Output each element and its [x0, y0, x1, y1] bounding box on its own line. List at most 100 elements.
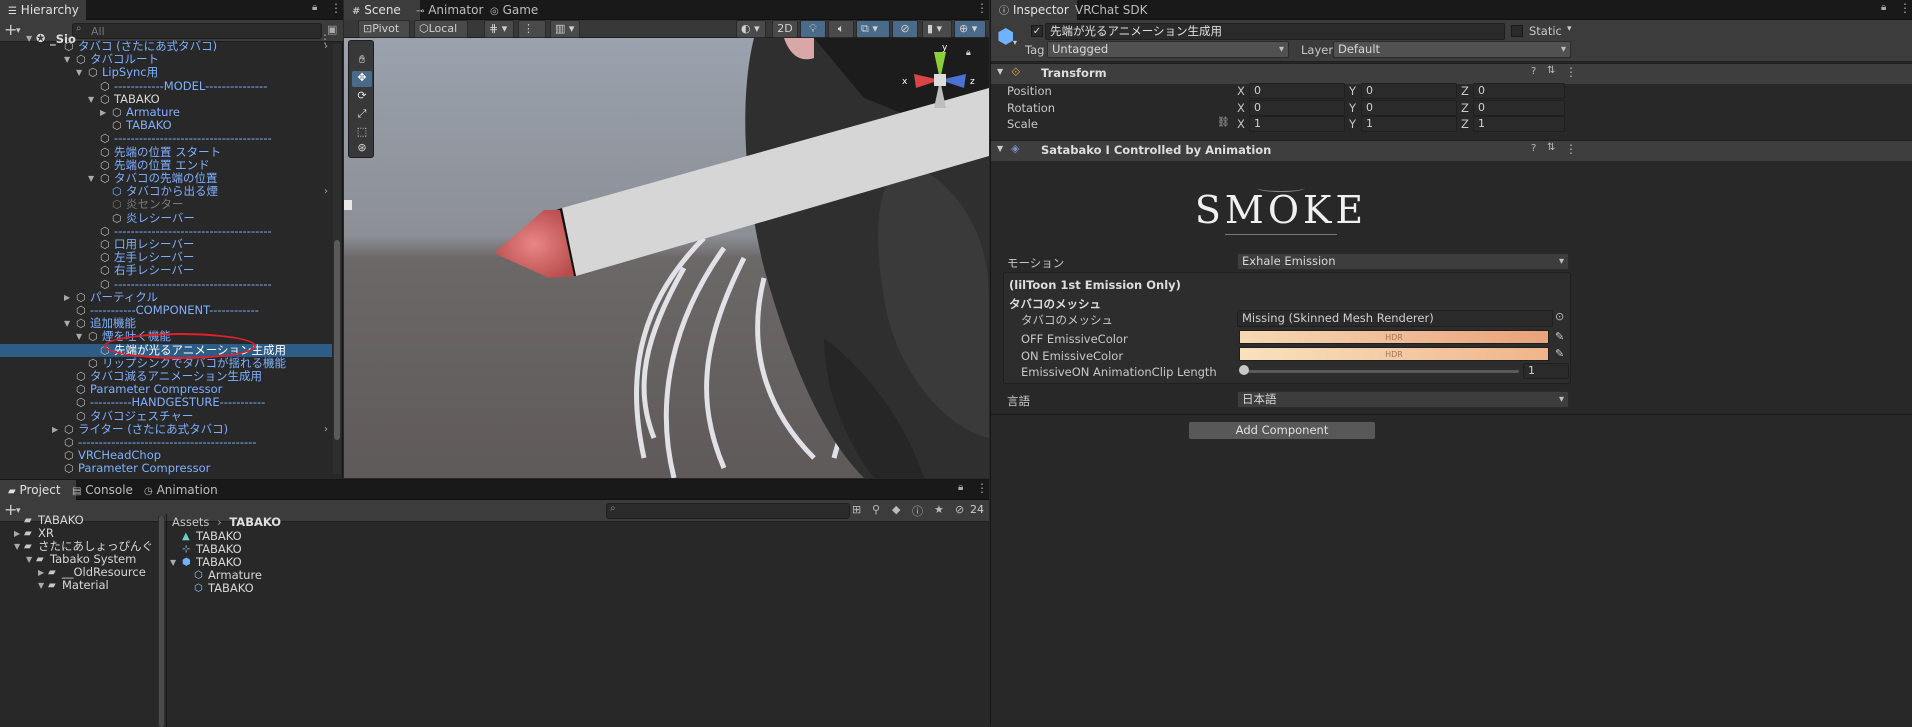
- position-y-field[interactable]: 0: [1361, 83, 1457, 99]
- scene-viewport[interactable]: [344, 38, 989, 478]
- position-z-axis-label[interactable]: Z: [1461, 84, 1469, 98]
- eyedropper-icon[interactable]: ✎: [1555, 330, 1564, 343]
- breadcrumb-assets[interactable]: Assets: [172, 515, 209, 529]
- chevron-down-icon[interactable]: ▼: [64, 53, 70, 66]
- more-menu-icon[interactable]: ⋮: [976, 1, 988, 15]
- position-y-axis-label[interactable]: Y: [1349, 84, 1356, 98]
- more-menu-icon[interactable]: ⋮: [330, 1, 342, 15]
- clip-length-input[interactable]: 1: [1523, 363, 1569, 379]
- chevron-down-icon[interactable]: ▼: [76, 330, 82, 343]
- tab-hierarchy[interactable]: ☰ Hierarchy: [0, 0, 86, 20]
- hierarchy-item[interactable]: ⬡ VRCHeadChop: [0, 449, 332, 463]
- hierarchy-item[interactable]: ⬡ タバコ (さたにあ式タバコ) ›: [0, 40, 332, 53]
- chevron-right-icon[interactable]: ▶: [38, 566, 44, 579]
- pivot-dropdown[interactable]: ⊡Pivot ▾: [358, 20, 410, 51]
- hierarchy-item[interactable]: ⬡ 先端の位置 スタート: [0, 145, 332, 159]
- more-menu-icon[interactable]: ⋮: [1565, 142, 1577, 156]
- object-picker-icon[interactable]: ⊙: [1555, 310, 1564, 323]
- position-x-axis-label[interactable]: X: [1237, 84, 1245, 98]
- breadcrumb-tabako[interactable]: TABAKO: [229, 515, 281, 529]
- eyedropper-icon[interactable]: ✎: [1555, 347, 1564, 360]
- hierarchy-item[interactable]: ▼ ⬡ 追加機能: [0, 317, 332, 331]
- chevron-right-icon[interactable]: ▶: [64, 291, 70, 304]
- mesh-object-field[interactable]: Missing (Skinned Mesh Renderer): [1237, 310, 1553, 327]
- active-checkbox[interactable]: ✓: [1031, 25, 1043, 37]
- hierarchy-item[interactable]: ⬡ 口用レシーバー: [0, 238, 332, 252]
- ruler-button[interactable]: ▥ ▾: [550, 20, 580, 38]
- hierarchy-item[interactable]: ⬡ --------------------------------------: [0, 277, 332, 291]
- rotation-z-axis-label[interactable]: Z: [1461, 101, 1469, 115]
- help-icon[interactable]: ?: [1531, 66, 1536, 77]
- scale-x-field[interactable]: 1: [1249, 116, 1345, 132]
- chevron-down-icon[interactable]: ▼: [88, 172, 94, 185]
- static-checkbox[interactable]: [1511, 25, 1523, 37]
- more-menu-icon[interactable]: ⋮: [1565, 65, 1577, 79]
- chevron-right-icon[interactable]: ›: [324, 185, 328, 198]
- hierarchy-item[interactable]: ⬡ Parameter Compressor: [0, 462, 332, 475]
- hierarchy-item[interactable]: ▼ ⬡ TABAKO: [0, 92, 332, 106]
- transform-header[interactable]: ▼ ⟐ Transform ? ⇅ ⋮: [991, 63, 1912, 85]
- position-x-field[interactable]: 0: [1249, 83, 1345, 99]
- hierarchy-item[interactable]: ⬡ タバコから出る煙 ›: [0, 185, 332, 199]
- rotation-y-axis-label[interactable]: Y: [1349, 101, 1356, 115]
- gameobject-name-field[interactable]: 先端が光るアニメーション生成用: [1045, 23, 1505, 40]
- chevron-down-icon[interactable]: ▾: [1567, 24, 1572, 34]
- gizmos-button[interactable]: ⊕ ▾: [954, 20, 986, 38]
- camera-button[interactable]: ▮ ▾: [922, 20, 952, 38]
- more-menu-icon[interactable]: ⋮: [1899, 1, 1911, 15]
- hierarchy-item[interactable]: ⬡ TABAKO: [0, 119, 332, 133]
- more-menu-icon[interactable]: ⋮: [976, 481, 988, 495]
- preset-icon[interactable]: ⇅: [1547, 65, 1555, 76]
- hierarchy-item[interactable]: ⬡ ---------------------------------------…: [0, 436, 332, 450]
- chevron-down-icon[interactable]: ▼: [170, 556, 176, 569]
- preset-icon[interactable]: ⇅: [1547, 142, 1555, 153]
- rotation-x-field[interactable]: 0: [1249, 99, 1345, 116]
- off-emissive-color-field[interactable]: HDR: [1239, 330, 1549, 344]
- hierarchy-item[interactable]: ▼ ⬡ タバコルート: [0, 53, 332, 67]
- hierarchy-item[interactable]: ⬡ 左手レシーバー: [0, 251, 332, 265]
- hierarchy-item[interactable]: ▼ ⬡ LipSync用: [0, 66, 332, 80]
- hand-tool-icon[interactable]: ✋︎: [352, 53, 372, 69]
- tab-game[interactable]: ◎ Game: [482, 0, 558, 20]
- hierarchy-item[interactable]: ⬡ 炎センター: [0, 198, 332, 212]
- asset-item[interactable]: ▲ TABAKO: [168, 530, 668, 543]
- project-splitter[interactable]: [166, 514, 167, 727]
- hierarchy-item[interactable]: ⬡ タバコ減るアニメーション生成用: [0, 370, 332, 384]
- hierarchy-item[interactable]: ▼ ⬡ タバコの先端の位置: [0, 172, 332, 186]
- language-dropdown[interactable]: 日本語: [1237, 391, 1569, 408]
- shading-mode-button[interactable]: ◐ ▾: [736, 20, 766, 38]
- tab-inspector[interactable]: ⓘ Inspector: [991, 0, 1077, 20]
- lighting-toggle-button[interactable]: 💡︎: [800, 20, 826, 38]
- chevron-right-icon[interactable]: ▶: [14, 527, 20, 540]
- tab-vrchat-sdk[interactable]: VRChat SDK: [1067, 0, 1163, 20]
- scale-x-axis-label[interactable]: X: [1237, 117, 1245, 131]
- tag-dropdown[interactable]: Untagged: [1047, 41, 1289, 58]
- scale-z-field[interactable]: 1: [1473, 116, 1565, 132]
- audio-toggle-button[interactable]: 🔈︎: [828, 20, 854, 38]
- chevron-down-icon[interactable]: ▼: [76, 66, 82, 79]
- add-component-button[interactable]: Add Component: [1188, 421, 1376, 440]
- rect-tool-icon[interactable]: ⬚: [352, 125, 372, 141]
- hierarchy-item[interactable]: ⬡ --------------------------------------: [0, 224, 332, 238]
- hierarchy-item[interactable]: ⬡ --------------------------------------: [0, 132, 332, 146]
- gizmo-lock-icon[interactable]: 🔒︎: [966, 48, 971, 58]
- chevron-right-icon[interactable]: ▶: [100, 106, 106, 119]
- clip-length-slider-thumb[interactable]: [1239, 365, 1249, 375]
- chevron-down-icon[interactable]: ▼: [997, 144, 1003, 153]
- log-icon[interactable]: ⓘ: [912, 503, 923, 519]
- hierarchy-scrollbar[interactable]: [333, 44, 341, 474]
- mode-2d-button[interactable]: 2D: [772, 20, 798, 38]
- chevron-right-icon[interactable]: ▶: [52, 423, 58, 436]
- lock-icon[interactable]: 🔒︎: [958, 482, 963, 493]
- scale-y-axis-label[interactable]: Y: [1349, 117, 1356, 131]
- filter-label-icon[interactable]: ◆: [892, 503, 900, 516]
- constrain-proportions-icon[interactable]: ⛓: [1217, 117, 1230, 128]
- grid-snap-button[interactable]: ⋕ ▾: [484, 20, 514, 38]
- hierarchy-item[interactable]: ⬡ タバコジェスチャー: [0, 409, 332, 423]
- scale-tool-icon[interactable]: ⤢: [352, 107, 372, 123]
- chevron-right-icon[interactable]: ›: [324, 40, 328, 53]
- scrollbar-thumb[interactable]: [159, 516, 164, 727]
- rotation-z-field[interactable]: 0: [1473, 99, 1565, 116]
- favorite-star-icon[interactable]: ★: [934, 503, 944, 516]
- hidden-packages-icon[interactable]: ⊘: [955, 503, 964, 516]
